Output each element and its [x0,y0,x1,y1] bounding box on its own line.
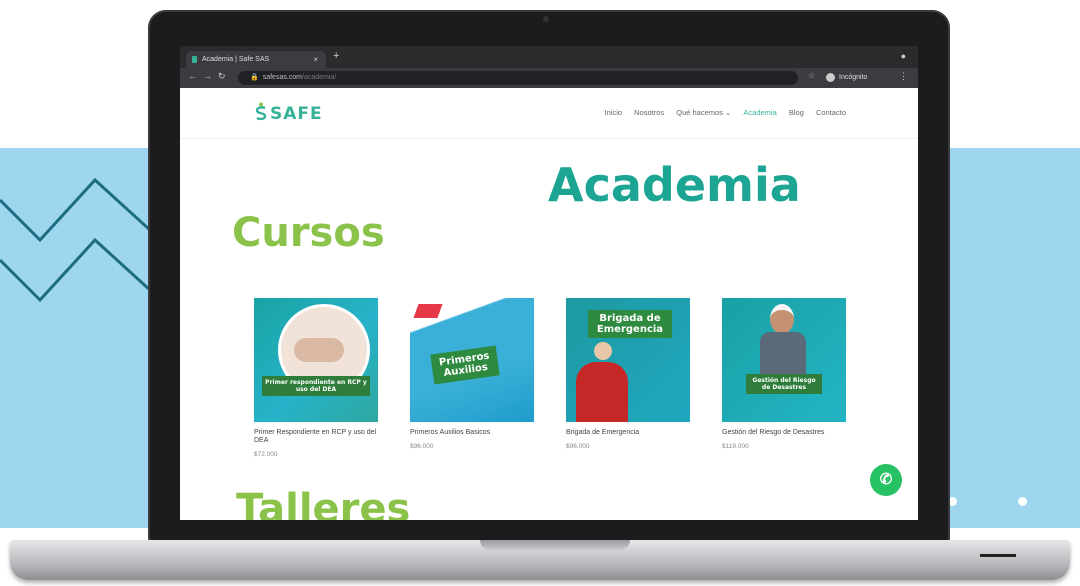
course-card[interactable]: Primeros Auxilios Primeros Auxilios Basi… [410,298,534,450]
course-thumbnail[interactable]: Primer respondiente en RCP y uso del DEA [254,298,378,422]
course-name[interactable]: Primeros Auxilios Basicos [410,429,534,437]
next-section-title: Talleres [236,486,411,520]
thumbnail-caption: Brigada de Emergencia [588,310,672,338]
new-tab-button[interactable]: + [333,50,339,62]
nav-nosotros[interactable]: Nosotros [634,108,664,117]
laptop-mark [980,554,1016,557]
tab-title: Academia | Safe SAS [202,56,270,63]
nav-buttons[interactable]: ←→↻ [188,71,232,82]
window-control-icon[interactable]: ● [901,51,906,61]
course-card[interactable]: Primer respondiente en RCP y uso del DEA… [254,298,378,458]
website: SAFE Inicio Nosotros Qué hacemos ⌄ Acade… [180,88,918,520]
nav-contacto[interactable]: Contacto [816,108,846,117]
course-price: $119.000 [722,443,749,450]
lock-icon: 🔒 [250,74,259,81]
browser-tab[interactable]: Academia | Safe SAS × [186,51,326,68]
menu-icon[interactable]: ⋮ [899,71,908,82]
laptop-lid: Academia | Safe SAS × + ● ←→↻ 🔒 safesas.c… [148,10,950,542]
address-bar-row: ←→↻ 🔒 safesas.com/academia/ ☆ Incógnito ⋮ [180,68,918,88]
course-name[interactable]: Brigada de Emergencia [566,429,690,437]
thumbnail-caption: Primeros Auxilios [430,345,500,385]
course-price: $72.000 [254,451,278,458]
favicon-icon [192,56,197,63]
course-thumbnail[interactable]: Primeros Auxilios [410,298,534,422]
thumbnail-caption: Gestión del Riesgo de Desastres [746,374,822,394]
nav-academia[interactable]: Academia [743,108,776,117]
tab-bar: Academia | Safe SAS × + ● [180,46,918,68]
laptop-notch [480,540,630,550]
course-price: $96.000 [566,443,590,450]
browser-window: Academia | Safe SAS × + ● ←→↻ 🔒 safesas.c… [180,46,918,520]
main-nav: Inicio Nosotros Qué hacemos ⌄ Academia B… [595,108,846,117]
camera-icon [543,16,549,22]
course-card[interactable]: Brigada de Emergencia Brigada de Emergen… [566,298,690,450]
url-path: /academia/ [302,74,337,81]
zigzag-decoration [0,177,150,303]
incognito-icon [826,72,835,82]
logo-icon [255,102,267,121]
incognito-badge[interactable]: Incógnito [826,71,867,85]
course-thumbnail[interactable]: Brigada de Emergencia [566,298,690,422]
url-field[interactable]: 🔒 safesas.com/academia/ [238,71,798,85]
page-title: Academia [548,158,801,212]
course-price: $96.000 [410,443,434,450]
course-name[interactable]: Gestión del Riesgo de Desastres [722,429,846,437]
laptop-base [10,540,1070,580]
course-name[interactable]: Primer Respondiente en RCP y uso del DEA [254,429,378,445]
nav-blog[interactable]: Blog [789,108,804,117]
whatsapp-icon[interactable]: ✆ [870,464,902,496]
course-thumbnail[interactable]: Gestión del Riesgo de Desastres [722,298,846,422]
thumbnail-caption: Primer respondiente en RCP y uso del DEA [262,376,370,396]
course-card[interactable]: Gestión del Riesgo de Desastres Gestión … [722,298,846,450]
site-logo[interactable]: SAFE [254,102,323,124]
nav-inicio[interactable]: Inicio [605,108,623,117]
url-domain: safesas.com [262,74,303,81]
section-title: Cursos [232,210,385,256]
bookmark-star-icon[interactable]: ☆ [808,71,815,80]
close-tab-icon[interactable]: × [313,51,318,68]
nav-que-hacemos[interactable]: Qué hacemos ⌄ [676,108,731,117]
header-divider [180,138,918,139]
